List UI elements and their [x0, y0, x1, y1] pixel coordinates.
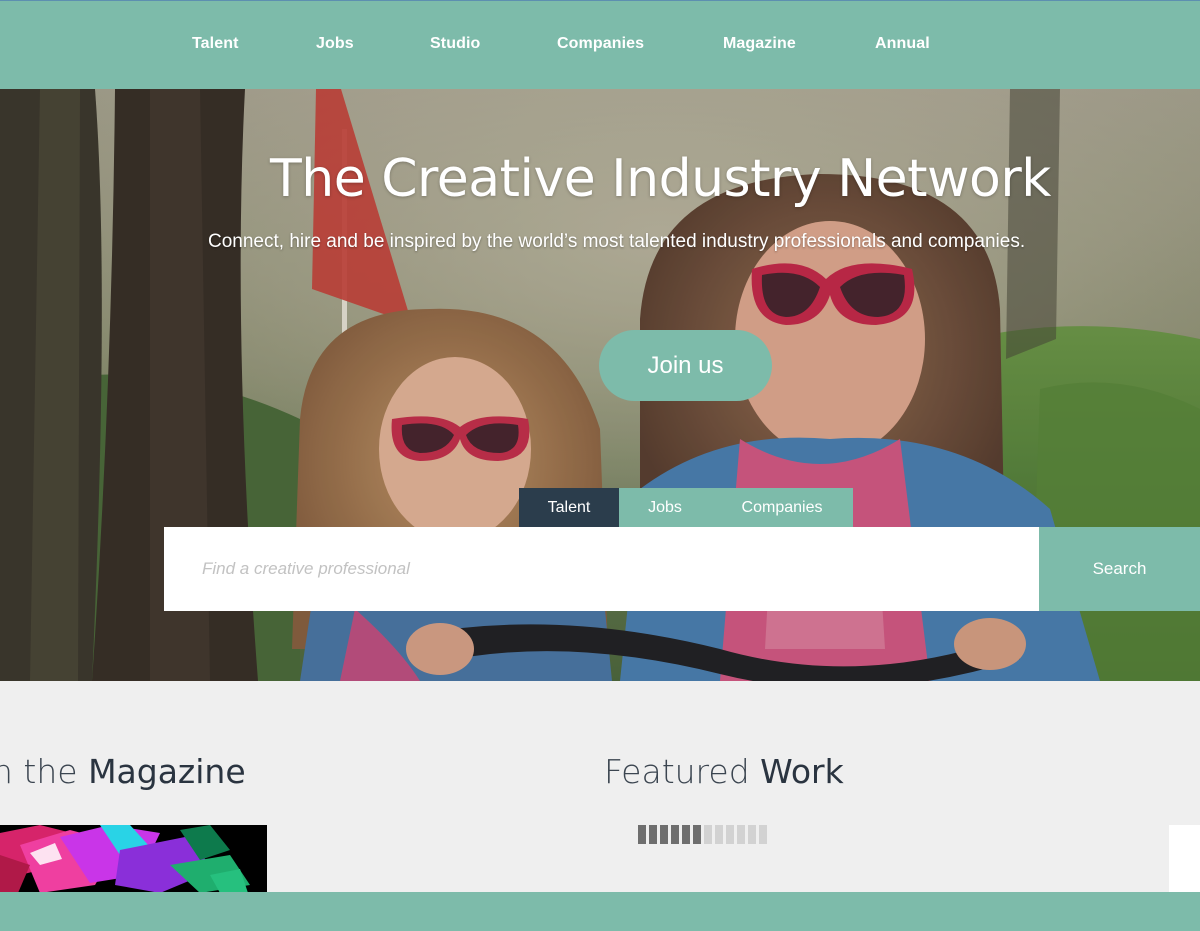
- search-button[interactable]: Search: [1039, 527, 1200, 611]
- loading-segment: [671, 825, 679, 844]
- nav-item-jobs[interactable]: Jobs: [316, 35, 354, 53]
- loading-segment: [748, 825, 756, 844]
- loading-segment: [726, 825, 734, 844]
- featured-heading-prefix: Featured: [604, 752, 761, 791]
- search-input[interactable]: [164, 527, 1039, 611]
- search-field-container: [164, 527, 1039, 611]
- featured-work-heading: Featured Work: [604, 752, 844, 791]
- nav-item-studio[interactable]: Studio: [430, 35, 480, 53]
- magazine-article-thumbnail[interactable]: [0, 825, 267, 893]
- loading-segment: [737, 825, 745, 844]
- loading-segment: [715, 825, 723, 844]
- loading-segment: [638, 825, 646, 844]
- hero-subtitle: Connect, hire and be inspired by the wor…: [208, 231, 1026, 252]
- nav-item-companies[interactable]: Companies: [557, 35, 644, 53]
- featured-work-card-edge: [1169, 825, 1200, 893]
- loading-segment: [759, 825, 767, 844]
- loading-segment: [704, 825, 712, 844]
- loading-segment: [660, 825, 668, 844]
- nav-item-talent[interactable]: Talent: [192, 35, 239, 53]
- loading-segment: [682, 825, 690, 844]
- hero-title: The Creative Industry Network: [270, 149, 1051, 209]
- featured-work-loading-indicator: [638, 825, 767, 844]
- magazine-section-heading: n the Magazine: [0, 752, 246, 791]
- nav-item-annual[interactable]: Annual: [875, 35, 930, 53]
- loading-segment: [693, 825, 701, 844]
- search-tab-companies[interactable]: Companies: [711, 488, 853, 527]
- search-tab-jobs[interactable]: Jobs: [619, 488, 711, 527]
- top-navigation-bar: Talent Jobs Studio Companies Magazine An…: [0, 0, 1200, 89]
- abstract-art-image: [0, 825, 267, 893]
- join-us-button[interactable]: Join us: [599, 330, 772, 401]
- search-tab-talent[interactable]: Talent: [519, 488, 619, 527]
- magazine-heading-prefix: n the: [0, 752, 89, 791]
- footer-accent-bar: [0, 892, 1200, 931]
- featured-heading-strong: Work: [760, 752, 844, 791]
- loading-segment: [649, 825, 657, 844]
- nav-item-magazine[interactable]: Magazine: [723, 35, 796, 53]
- magazine-heading-strong: Magazine: [88, 752, 246, 791]
- hero-banner: The Creative Industry Network Connect, h…: [0, 89, 1200, 681]
